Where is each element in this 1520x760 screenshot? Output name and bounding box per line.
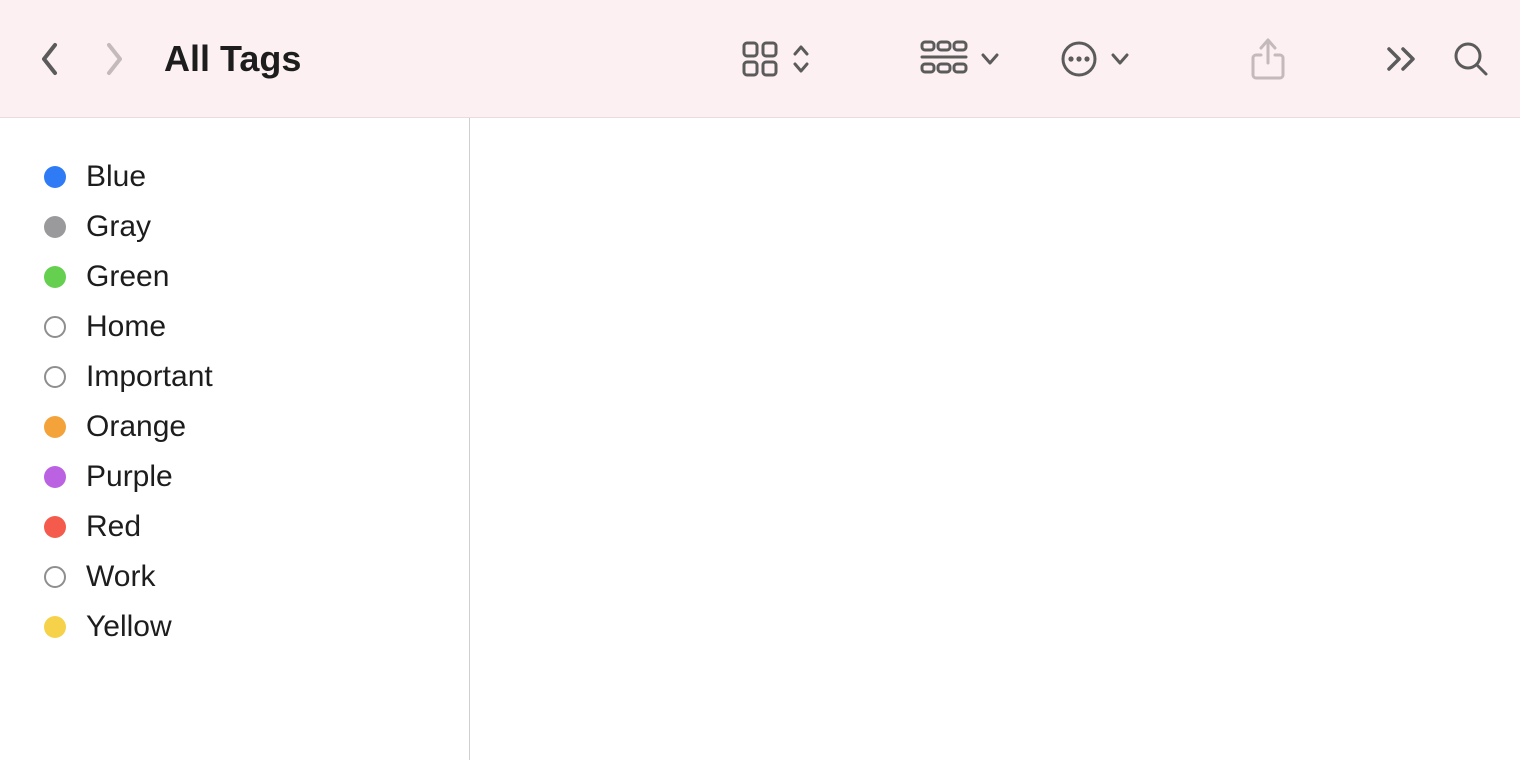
nav-group	[40, 42, 124, 76]
tag-item-purple[interactable]: Purple	[44, 452, 469, 502]
search-icon	[1452, 40, 1490, 78]
tag-item-red[interactable]: Red	[44, 502, 469, 552]
tag-label: Green	[86, 260, 169, 294]
overflow-button[interactable]	[1386, 46, 1420, 72]
tag-item-home[interactable]: Home	[44, 302, 469, 352]
tag-item-yellow[interactable]: Yellow	[44, 602, 469, 652]
chevron-right-icon	[104, 42, 124, 76]
page-title: All Tags	[164, 38, 301, 80]
tag-item-work[interactable]: Work	[44, 552, 469, 602]
tag-color-dot	[44, 216, 66, 238]
group-by-button[interactable]	[920, 40, 1000, 78]
tag-label: Important	[86, 360, 213, 394]
double-chevron-right-icon	[1386, 46, 1420, 72]
tag-label: Home	[86, 310, 166, 344]
tag-color-dot	[44, 466, 66, 488]
tag-color-dot	[44, 566, 66, 588]
tag-color-dot	[44, 166, 66, 188]
chevron-left-icon	[40, 42, 60, 76]
tag-color-dot	[44, 416, 66, 438]
sidebar: Blue Gray Green Home Important Orange Purple Re…	[0, 118, 470, 760]
tag-color-dot	[44, 616, 66, 638]
share-icon	[1250, 37, 1286, 81]
chevron-down-icon	[980, 52, 1000, 66]
tag-item-gray[interactable]: Gray	[44, 202, 469, 252]
view-switcher[interactable]	[740, 39, 810, 79]
share-button[interactable]	[1250, 37, 1286, 81]
more-actions-icon	[1060, 40, 1098, 78]
toolbar: All Tags	[0, 0, 1520, 118]
tag-item-green[interactable]: Green	[44, 252, 469, 302]
grid-view-icon	[740, 39, 780, 79]
chevron-down-icon	[1110, 52, 1130, 66]
tag-label: Gray	[86, 210, 151, 244]
back-button[interactable]	[40, 42, 60, 76]
updown-chevron-icon	[792, 43, 810, 75]
tag-color-dot	[44, 366, 66, 388]
tag-label: Orange	[86, 410, 186, 444]
tag-label: Work	[86, 560, 155, 594]
search-button[interactable]	[1452, 40, 1490, 78]
more-actions-button[interactable]	[1060, 40, 1130, 78]
forward-button[interactable]	[104, 42, 124, 76]
tag-label: Purple	[86, 460, 173, 494]
tag-item-blue[interactable]: Blue	[44, 152, 469, 202]
tag-item-orange[interactable]: Orange	[44, 402, 469, 452]
tag-item-important[interactable]: Important	[44, 352, 469, 402]
main-pane	[470, 118, 1520, 760]
content-area: Blue Gray Green Home Important Orange Purple Re…	[0, 118, 1520, 760]
tag-color-dot	[44, 316, 66, 338]
group-by-icon	[920, 40, 968, 78]
tag-label: Red	[86, 510, 141, 544]
toolbar-right	[740, 37, 1490, 81]
tag-color-dot	[44, 516, 66, 538]
tag-label: Yellow	[86, 610, 172, 644]
tag-color-dot	[44, 266, 66, 288]
tag-label: Blue	[86, 160, 146, 194]
